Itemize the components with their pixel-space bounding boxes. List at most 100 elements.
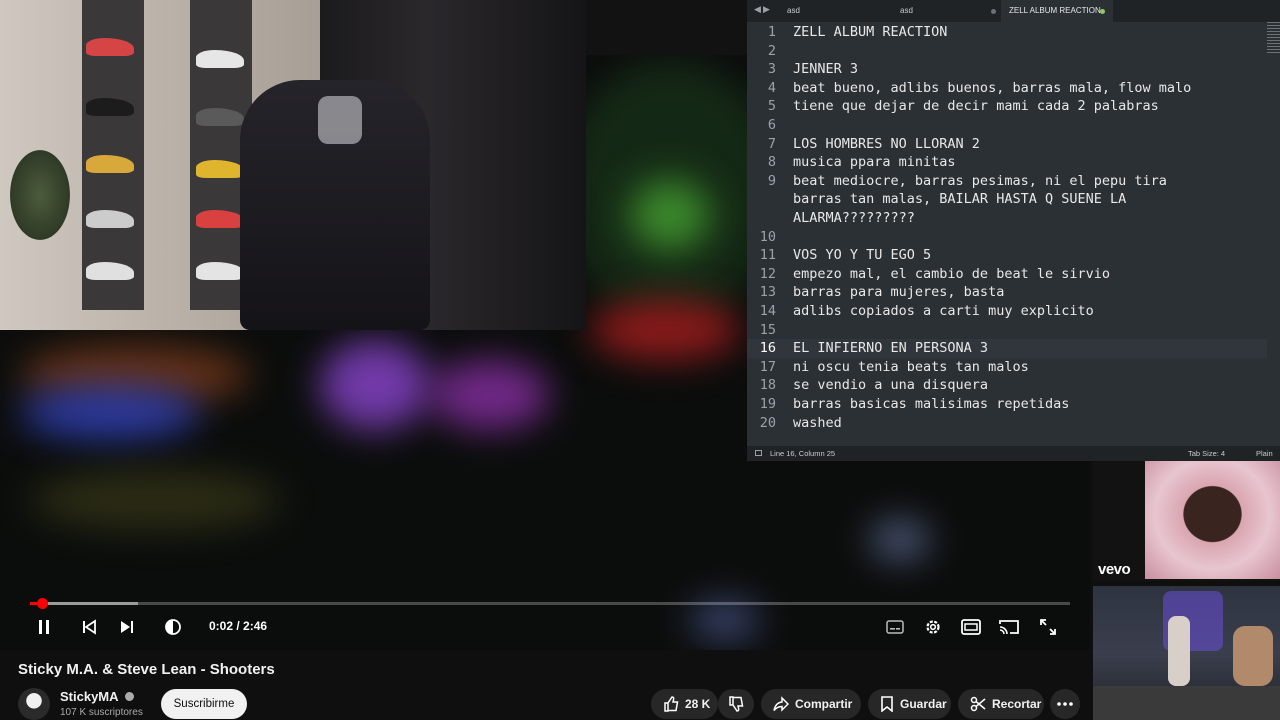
code-line[interactable]: 10 — [747, 228, 1267, 247]
code-line[interactable]: 8 musica ppara minitas — [747, 153, 1267, 172]
thumbs-down-icon — [728, 696, 744, 712]
code-area[interactable]: 1 ZELL ALBUM REACTION 2 3 JENNER 3 4 beat buen… — [747, 22, 1267, 446]
line-text: barras para mujeres, basta — [793, 284, 1005, 301]
code-line[interactable]: 15 — [747, 321, 1267, 340]
code-line[interactable]: 11 VOS YO Y TU EGO 5 — [747, 246, 1267, 265]
line-number: 10 — [759, 228, 776, 245]
channel-avatar[interactable] — [18, 688, 50, 720]
line-text: musica ppara minitas — [793, 154, 956, 171]
status-bar: Line 16, Column 25 Tab Size: 4 Plain Te — [747, 446, 1280, 473]
room-thumbnail[interactable] — [1093, 586, 1280, 720]
line-text: VOS YO Y TU EGO 5 — [793, 247, 932, 264]
progress-bar[interactable] — [30, 602, 1070, 605]
tab-label: ZELL ALBUM REACTION — [1009, 6, 1101, 15]
line-number: 13 — [759, 284, 776, 301]
scissors-icon — [970, 696, 986, 712]
code-line[interactable]: ALARMA????????? — [747, 209, 1267, 228]
pause-icon[interactable] — [32, 615, 56, 639]
next-icon[interactable] — [115, 615, 139, 639]
line-number: 15 — [759, 321, 776, 338]
more-icon — [1057, 702, 1073, 706]
code-line[interactable]: 4 beat bueno, adlibs buenos, barras mala,… — [747, 79, 1267, 98]
share-label: Compartir — [795, 697, 853, 711]
subtitles-icon[interactable] — [883, 615, 907, 639]
dislike-button[interactable] — [718, 689, 754, 719]
clip-label: Recortar — [992, 697, 1042, 711]
share-button[interactable]: Compartir — [761, 689, 861, 719]
code-line[interactable]: 9 beat mediocre, barras pesimas, ni el pe… — [747, 172, 1267, 191]
theater-icon[interactable] — [959, 615, 983, 639]
line-text: se vendio a una disquera — [793, 377, 989, 394]
code-line[interactable]: barras tan malas, BAILAR HASTA Q SUENE L… — [747, 190, 1267, 209]
code-line[interactable]: 3 JENNER 3 — [747, 60, 1267, 79]
code-line[interactable]: 20 washed — [747, 414, 1267, 433]
line-number: 9 — [767, 172, 776, 189]
tab-right-icon[interactable]: ▶ — [763, 4, 770, 15]
line-number: 7 — [767, 135, 776, 152]
tab-asd-2[interactable]: asd — [892, 0, 1004, 22]
tab-left-icon[interactable]: ◀ — [754, 4, 761, 15]
settings-icon[interactable] — [921, 615, 945, 639]
tab-size[interactable]: Tab Size: 4 — [1188, 446, 1225, 461]
line-number: 11 — [759, 247, 776, 264]
line-text: barras basicas malisimas repetidas — [793, 396, 1070, 412]
cursor-position: Line 16, Column 25 — [770, 449, 836, 458]
channel-name[interactable]: StickyMA — [60, 689, 134, 704]
like-button[interactable]: 28 K — [651, 689, 718, 719]
line-number: 19 — [759, 396, 776, 412]
bookmark-icon — [880, 696, 894, 712]
save-button[interactable]: Guardar — [868, 689, 951, 719]
tab-zell-album-reaction[interactable]: ZELL ALBUM REACTION — [1001, 0, 1113, 22]
like-count: 28 K — [685, 697, 711, 711]
vevo-thumbnail[interactable]: vevo — [1093, 461, 1280, 581]
code-line[interactable]: 6 — [747, 116, 1267, 135]
line-text: barras tan malas, BAILAR HASTA Q SUENE L… — [793, 191, 1127, 208]
line-text: EL INFIERNO EN PERSONA 3 — [793, 340, 989, 357]
minimap[interactable] — [1267, 22, 1280, 54]
subscriber-count: 107 K suscriptores — [60, 707, 143, 718]
line-text: tiene que dejar de decir mami cada 2 pal… — [793, 98, 1159, 115]
line-number: 6 — [767, 117, 776, 133]
tab-modified-icon — [991, 9, 996, 14]
code-line[interactable]: 19 barras basicas malisimas repetidas — [747, 395, 1267, 414]
text-editor[interactable]: ◀ ▶ asd asd ZELL ALBUM REACTION 1 ZELL AL… — [747, 0, 1280, 473]
line-number: 18 — [759, 377, 776, 394]
line-number: 14 — [759, 303, 776, 319]
line-text: beat mediocre, barras pesimas, ni el pep… — [793, 172, 1167, 189]
code-line[interactable]: 7 LOS HOMBRES NO LLORAN 2 — [747, 135, 1267, 154]
subscribe-button[interactable]: Suscribirme — [161, 689, 247, 719]
tab-modified-icon — [1100, 9, 1105, 14]
line-number: 5 — [767, 98, 776, 115]
line-number: 8 — [767, 154, 776, 171]
line-number: 3 — [767, 61, 776, 78]
fullscreen-icon[interactable] — [1036, 615, 1060, 639]
panel-icon[interactable] — [755, 450, 762, 456]
code-line[interactable]: 2 — [747, 42, 1267, 61]
code-line[interactable]: 5 tiene que dejar de decir mami cada 2 pa… — [747, 97, 1267, 116]
vevo-logo: vevo — [1098, 561, 1131, 578]
tab-asd-1[interactable]: asd — [779, 0, 891, 22]
code-line[interactable]: 12 empezo mal, el cambio de beat le sirvi… — [747, 265, 1267, 284]
code-line[interactable]: 13 barras para mujeres, basta — [747, 283, 1267, 302]
clip-button[interactable]: Recortar — [958, 689, 1044, 719]
code-line[interactable]: 14 adlibs copiados a carti muy explicito — [747, 302, 1267, 321]
more-actions-button[interactable] — [1050, 689, 1080, 719]
video-title: Sticky M.A. & Steve Lean - Shooters — [18, 661, 275, 678]
thumbs-up-icon — [663, 696, 679, 712]
time-display: 0:02 / 2:46 — [209, 619, 268, 633]
line-number: 16 — [759, 340, 776, 357]
volume-icon[interactable] — [161, 615, 185, 639]
tab-label: asd — [787, 6, 800, 15]
line-text: adlibs copiados a carti muy explicito — [793, 303, 1094, 319]
previous-icon[interactable] — [77, 615, 101, 639]
cast-icon[interactable] — [997, 615, 1021, 639]
line-text: ZELL ALBUM REACTION — [793, 24, 948, 40]
line-number: 17 — [759, 358, 776, 375]
line-text: beat bueno, adlibs buenos, barras mala, … — [793, 79, 1192, 96]
code-line[interactable]: 17 ni oscu tenia beats tan malos — [747, 358, 1267, 377]
code-line[interactable]: 1 ZELL ALBUM REACTION — [747, 23, 1267, 42]
code-line[interactable]: 16 EL INFIERNO EN PERSONA 3 — [747, 339, 1267, 358]
line-number: 12 — [759, 265, 776, 282]
line-text: empezo mal, el cambio de beat le sirvio — [793, 265, 1110, 282]
code-line[interactable]: 18 se vendio a una disquera — [747, 376, 1267, 395]
